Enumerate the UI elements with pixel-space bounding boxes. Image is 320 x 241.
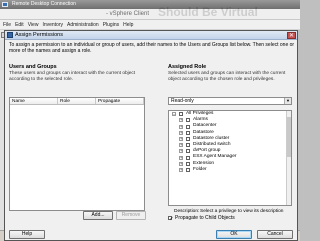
ok-button[interactable]: OK (216, 230, 252, 239)
cancel-button[interactable]: Cancel (257, 230, 293, 239)
column-name[interactable]: Name (10, 98, 58, 104)
expand-icon[interactable]: + (179, 143, 183, 148)
dialog-title: Assign Permissions (15, 32, 63, 38)
assigned-role-title: Assigned Role (168, 64, 207, 70)
users-groups-title: Users and Groups (9, 64, 57, 70)
expand-icon[interactable]: + (179, 124, 183, 129)
vsphere-icon (7, 32, 13, 38)
propagate-label: Propagate to Child Objects (175, 215, 235, 221)
privilege-description: Description: Select a privilege to view … (174, 209, 283, 214)
collapse-icon[interactable]: – (172, 112, 176, 117)
rdp-icon (2, 2, 8, 7)
tree-item-label: Folder (193, 166, 207, 172)
privilege-checkbox[interactable] (186, 143, 190, 148)
role-select-value: Read-only (171, 98, 194, 104)
app-menu-bar: File Edit View Inventory Administration … (0, 20, 300, 30)
close-icon[interactable]: ✕ (287, 32, 296, 39)
privilege-checkbox[interactable] (186, 149, 190, 154)
users-groups-description: These users and groups can interact with… (9, 71, 136, 82)
menu-administration[interactable]: Administration (67, 22, 99, 28)
description-text: Select a privilege to view its descripti… (200, 209, 284, 214)
expand-icon[interactable]: + (179, 130, 183, 135)
tree-scrollbar[interactable] (286, 111, 291, 205)
column-role[interactable]: Role (58, 98, 96, 104)
watermark: Should Be Virtual (158, 5, 258, 19)
description-label: Description: (174, 209, 200, 214)
privilege-checkbox[interactable] (179, 112, 183, 117)
privilege-checkbox[interactable] (186, 130, 190, 135)
menu-help[interactable]: Help (123, 22, 133, 28)
expand-icon[interactable]: + (179, 118, 183, 123)
privilege-checkbox[interactable] (186, 137, 190, 142)
chevron-down-icon[interactable]: ▼ (284, 98, 291, 104)
scrollbar-thumb[interactable] (287, 117, 291, 157)
dialog-title-bar: Assign Permissions ✕ (5, 31, 297, 40)
remove-button[interactable]: Remove (116, 211, 146, 220)
privileges-tree[interactable]: – All Privileges + Alarms + Datacenter +… (168, 110, 292, 206)
privilege-checkbox[interactable] (186, 124, 190, 129)
assigned-role-description: Selected users and groups can interact w… (168, 71, 286, 82)
dialog-description: To assign a permission to an individual … (9, 42, 295, 54)
privilege-checkbox[interactable] (186, 167, 190, 172)
rdp-title: Remote Desktop Connection (12, 1, 76, 7)
users-groups-table[interactable]: Name Role Propagate (9, 97, 145, 211)
expand-icon[interactable]: + (179, 161, 183, 166)
menu-file[interactable]: File (3, 22, 11, 28)
propagate-checkbox[interactable]: ✓ (168, 215, 174, 222)
privilege-checkbox[interactable] (186, 161, 190, 166)
assign-permissions-dialog: Assign Permissions ✕ To assign a permiss… (4, 30, 298, 241)
app-title: - vSphere Client (106, 11, 150, 17)
checkmark-icon: ✓ (169, 215, 174, 222)
column-propagate[interactable]: Propagate (96, 98, 144, 104)
app-title-bar: - vSphere Client Should Be Virtual (0, 5, 300, 20)
table-header: Name Role Propagate (10, 98, 144, 105)
tree-item-folder[interactable]: + Folder (169, 167, 291, 173)
privilege-checkbox[interactable] (186, 118, 190, 123)
menu-edit[interactable]: Edit (15, 22, 24, 28)
menu-view[interactable]: View (28, 22, 39, 28)
expand-icon[interactable]: + (179, 137, 183, 142)
expand-icon[interactable]: + (179, 167, 183, 172)
menu-plugins[interactable]: Plugins (103, 22, 119, 28)
expand-icon[interactable]: + (179, 155, 183, 160)
add-button[interactable]: Add... (83, 211, 113, 220)
role-select[interactable]: Read-only ▼ (168, 97, 292, 105)
privilege-checkbox[interactable] (186, 155, 190, 160)
expand-icon[interactable]: + (179, 149, 183, 154)
help-button[interactable]: Help (9, 230, 45, 239)
menu-inventory[interactable]: Inventory (42, 22, 63, 28)
